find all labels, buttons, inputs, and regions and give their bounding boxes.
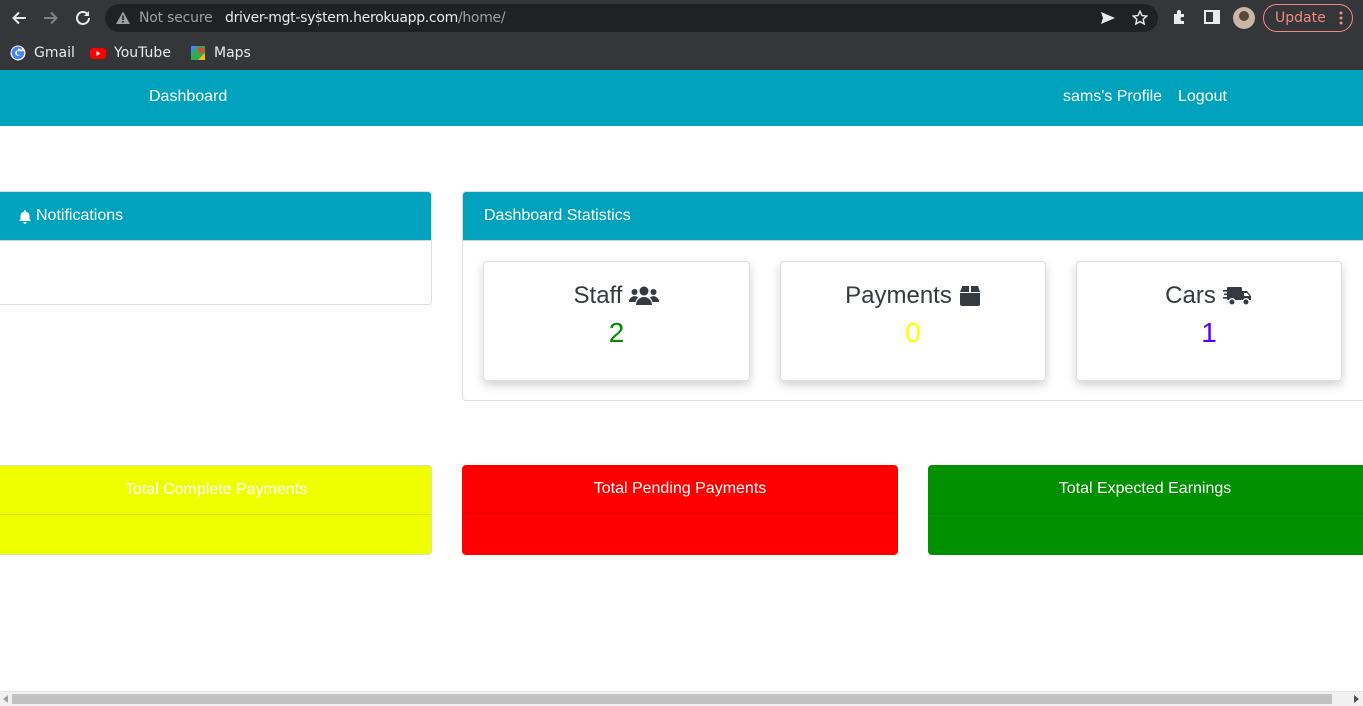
scroll-right-icon[interactable]: [1353, 695, 1360, 703]
scroll-left-icon[interactable]: [2, 695, 9, 703]
total-pending-payments-title: Total Pending Payments: [462, 465, 898, 514]
stat-cars: Cars 1: [1076, 261, 1342, 381]
dashboard-link[interactable]: Dashboard: [149, 88, 227, 106]
logout-link[interactable]: Logout: [1178, 88, 1227, 106]
send-tab-icon[interactable]: [1100, 10, 1116, 26]
url-path: /home/: [457, 10, 506, 26]
bookmark-label: YouTube: [114, 45, 171, 61]
top-navbar: Dashboard sams's Profile Logout: [0, 70, 1363, 126]
url-text: driver-mgt-system.herokuapp.com/home/: [225, 10, 506, 26]
total-complete-payments-title: Total Complete Payments: [0, 466, 431, 515]
youtube-icon: [90, 48, 106, 59]
google-icon: [10, 45, 26, 61]
back-arrow-icon: [12, 11, 26, 25]
bell-icon: [19, 209, 31, 224]
update-label: Update: [1275, 10, 1326, 26]
maps-icon: [191, 46, 205, 60]
statistics-header: Dashboard Statistics: [463, 192, 1363, 241]
extensions-icon[interactable]: [1171, 8, 1189, 26]
side-panel-icon[interactable]: [1203, 8, 1221, 26]
stat-value: 2: [608, 317, 625, 348]
scrollbar-thumb[interactable]: [12, 694, 1332, 704]
profile-link[interactable]: sams's Profile: [1063, 88, 1162, 106]
back-button[interactable]: [7, 7, 31, 29]
notifications-title: Notifications: [36, 207, 124, 224]
users-icon: [629, 286, 660, 305]
stat-cars-title: Cars: [1077, 282, 1341, 310]
stat-payments: Payments 0: [780, 261, 1046, 381]
bookmark-youtube[interactable]: YouTube: [90, 43, 171, 63]
stat-value: 0: [905, 317, 921, 348]
url-host: driver-mgt-system.herokuapp.com: [225, 10, 458, 26]
reload-icon: [76, 11, 90, 25]
box-icon: [959, 286, 980, 306]
bookmark-label: Gmail: [34, 45, 75, 61]
notifications-card: Notifications: [0, 191, 432, 305]
stat-label: Cars: [1165, 282, 1216, 309]
browser-chrome: Not secure driver-mgt-system.herokuapp.c…: [0, 0, 1363, 70]
bookmark-gmail[interactable]: Gmail: [10, 43, 75, 63]
browser-toolbar: Not secure driver-mgt-system.herokuapp.c…: [0, 0, 1363, 36]
bookmark-star-icon[interactable]: [1132, 10, 1148, 26]
profile-avatar[interactable]: [1233, 7, 1255, 29]
update-button[interactable]: Update: [1263, 4, 1353, 32]
dashboard-statistics-card: Dashboard Statistics Staff 2 Payments 0 …: [462, 191, 1363, 401]
statistics-title: Dashboard Statistics: [484, 207, 631, 224]
stat-value: 1: [1201, 317, 1217, 348]
bookmark-maps[interactable]: Maps: [190, 43, 251, 63]
warning-icon: [116, 11, 130, 24]
notifications-header: Notifications: [0, 192, 431, 241]
stat-staff: Staff 2: [483, 261, 750, 381]
more-vert-icon: [1339, 11, 1343, 25]
not-secure-label: Not secure: [139, 10, 213, 26]
stat-label: Staff: [573, 282, 623, 309]
truck-icon: [1222, 287, 1251, 306]
horizontal-scrollbar[interactable]: [0, 691, 1363, 706]
total-expected-earnings-title: Total Expected Earnings: [928, 465, 1363, 514]
total-complete-payments-card: Total Complete Payments: [0, 465, 432, 555]
bookmarks-bar: Gmail YouTube Maps: [0, 36, 1363, 70]
total-pending-payments-card: Total Pending Payments: [462, 465, 898, 555]
bookmark-label: Maps: [214, 45, 251, 61]
reload-button[interactable]: [71, 7, 95, 29]
address-bar[interactable]: Not secure driver-mgt-system.herokuapp.c…: [105, 4, 1158, 32]
total-expected-earnings-card: Total Expected Earnings: [928, 465, 1363, 555]
stat-payments-title: Payments: [781, 282, 1045, 310]
stat-label: Payments: [845, 282, 952, 309]
forward-button[interactable]: [39, 7, 63, 29]
forward-arrow-icon: [44, 11, 58, 25]
stat-staff-title: Staff: [484, 282, 749, 310]
